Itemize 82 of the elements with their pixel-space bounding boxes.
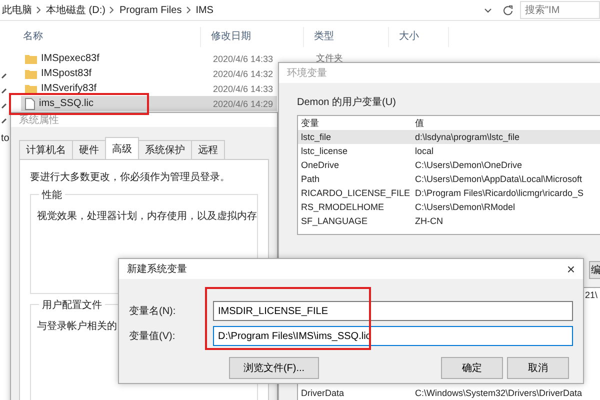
dialog-title: 新建系统变量 — [127, 262, 187, 276]
file-type: 文件夹 — [316, 52, 343, 65]
breadcrumb-item[interactable]: 本地磁盘 (D:) — [46, 3, 106, 17]
tab[interactable]: 远程 — [191, 140, 225, 159]
file-row[interactable]: ims_SSQ.lic 2020/4/6 14:29 — [21, 96, 277, 111]
file-name: IMSpost83f — [41, 68, 92, 79]
folder-icon — [25, 68, 37, 78]
document-icon — [25, 98, 35, 110]
edit-button[interactable]: 编 — [589, 261, 600, 279]
group-description: 与登录帐户相关的 — [37, 321, 117, 332]
variable-row[interactable]: lstc_file d:\lsdyna\program\lstc_file — [298, 130, 600, 144]
folder-icon — [25, 54, 37, 64]
column-header[interactable]: 变量 — [301, 116, 415, 130]
tab[interactable]: 计算机名 — [19, 140, 73, 159]
nav-item[interactable]: to — [1, 133, 10, 144]
folder-icon — [25, 84, 37, 94]
chevron-icon — [186, 6, 192, 14]
modified-date: 2020/4/6 14:33 — [213, 54, 274, 64]
chevron-icon — [109, 6, 116, 14]
pin-icon — [1, 103, 7, 109]
notice-text: 要进行大多数更改，你必须作为管理员登录。 — [30, 170, 231, 184]
modified-date: 2020/4/6 14:32 — [213, 68, 274, 78]
variable-row[interactable]: DriverData C:\Windows\System32\Drivers\DriverData — [298, 386, 600, 400]
pin-icon — [1, 88, 7, 94]
variable-name: OneDrive — [301, 160, 340, 170]
variable-value: D:\Program Files\Ricardo\licmgr\ricardo_S — [415, 188, 585, 198]
variable-value: C:\Users\Demon\OneDrive — [415, 160, 524, 170]
variable-value: local — [415, 146, 435, 156]
column-header[interactable]: 大小 — [389, 27, 449, 47]
variable-name-field[interactable]: IMSDIR_LICENSE_FILE — [213, 301, 573, 321]
section-label: Demon 的用户变量(U) — [297, 96, 397, 109]
file-row[interactable]: IMSpost83f 2020/4/6 14:32 — [21, 66, 277, 81]
variable-name: SF_LANGUAGE — [301, 216, 369, 226]
cancel-button[interactable]: 取消 — [507, 357, 569, 379]
breadcrumb-item[interactable]: IMS — [196, 4, 214, 16]
breadcrumb-item[interactable]: 此电脑 — [2, 3, 32, 17]
column-header[interactable]: 类型 — [304, 27, 389, 47]
variable-row[interactable]: OneDrive C:\Users\Demon\OneDrive — [298, 158, 600, 172]
variable-row[interactable]: SF_LANGUAGE ZH-CN — [298, 214, 600, 228]
pin-icon — [1, 118, 7, 124]
chevron-icon — [36, 6, 42, 14]
file-name: ims_SSQ.lic — [39, 98, 94, 109]
variable-row[interactable]: RS_RMODELHOME C:\Users\Demon\RModel — [298, 200, 600, 214]
variable-value: ZH-CN — [415, 216, 444, 226]
ok-button[interactable]: 确定 — [441, 357, 503, 379]
variable-row[interactable]: RICARDO_LICENSE_FILE D:\Program Files\Ricardo\licmgr\ricardo_S — [298, 186, 600, 200]
file-row[interactable]: IMSpexec83f 2020/4/6 14:33 文件夹 — [21, 51, 385, 66]
field-label: 变量名(N): — [129, 304, 177, 318]
search-field[interactable]: 搜索"IM — [520, 1, 600, 19]
variable-value-field[interactable]: D:\Program Files\IMS\ims_SSQ.lic — [213, 326, 573, 346]
group-description: 视觉效果，处理器计划，内存使用，以及虚拟内存 — [37, 211, 257, 222]
column-header[interactable]: 值 — [415, 116, 600, 130]
variable-row[interactable]: Path C:\Users\Demon\AppData\Local\Microsoft — [298, 172, 600, 186]
variable-name: lstc_license — [301, 146, 349, 156]
column-header[interactable]: 名称 — [13, 27, 201, 47]
variable-name: RICARDO_LICENSE_FILE — [301, 188, 412, 198]
tab[interactable]: 高级 — [105, 137, 139, 159]
variable-value: C:\Windows\System32\Drivers\DriverData — [415, 388, 584, 398]
close-button[interactable]: × — [566, 261, 575, 277]
modified-date: 2020/4/6 14:29 — [213, 98, 274, 108]
window-title: 系统属性 — [19, 114, 59, 127]
breadcrumb-item[interactable]: Program Files — [119, 4, 182, 16]
variable-name: Path — [301, 174, 321, 184]
modified-date: 2020/4/6 14:33 — [213, 84, 274, 94]
variable-row[interactable]: lstc_license local — [298, 144, 600, 158]
variable-value: d:\lsdyna\program\lstc_file — [415, 132, 521, 142]
variable-name: lstc_file — [301, 132, 332, 142]
variable-value: C:\Users\Demon\AppData\Local\Microsoft — [415, 174, 584, 184]
field-label: 变量值(V): — [129, 330, 176, 343]
variable-value: C:\Users\Demon\RModel — [415, 202, 516, 212]
variable-name: DriverData — [301, 388, 346, 398]
group-title: 性能 — [39, 188, 65, 202]
pin-icon — [1, 73, 7, 79]
file-name: IMSverify83f — [41, 83, 97, 94]
file-row[interactable]: IMSverify83f 2020/4/6 14:33 — [21, 81, 277, 96]
browse-file-button[interactable]: 浏览文件(F)... — [229, 357, 319, 379]
variable-name: RS_RMODELHOME — [301, 202, 386, 212]
variable-value: 21\ — [585, 290, 599, 300]
column-header[interactable]: 修改日期 — [201, 27, 304, 47]
file-name: IMSpexec83f — [41, 53, 100, 64]
window-title: 环境变量 — [287, 66, 327, 80]
group-title: 用户配置文件 — [39, 298, 105, 312]
